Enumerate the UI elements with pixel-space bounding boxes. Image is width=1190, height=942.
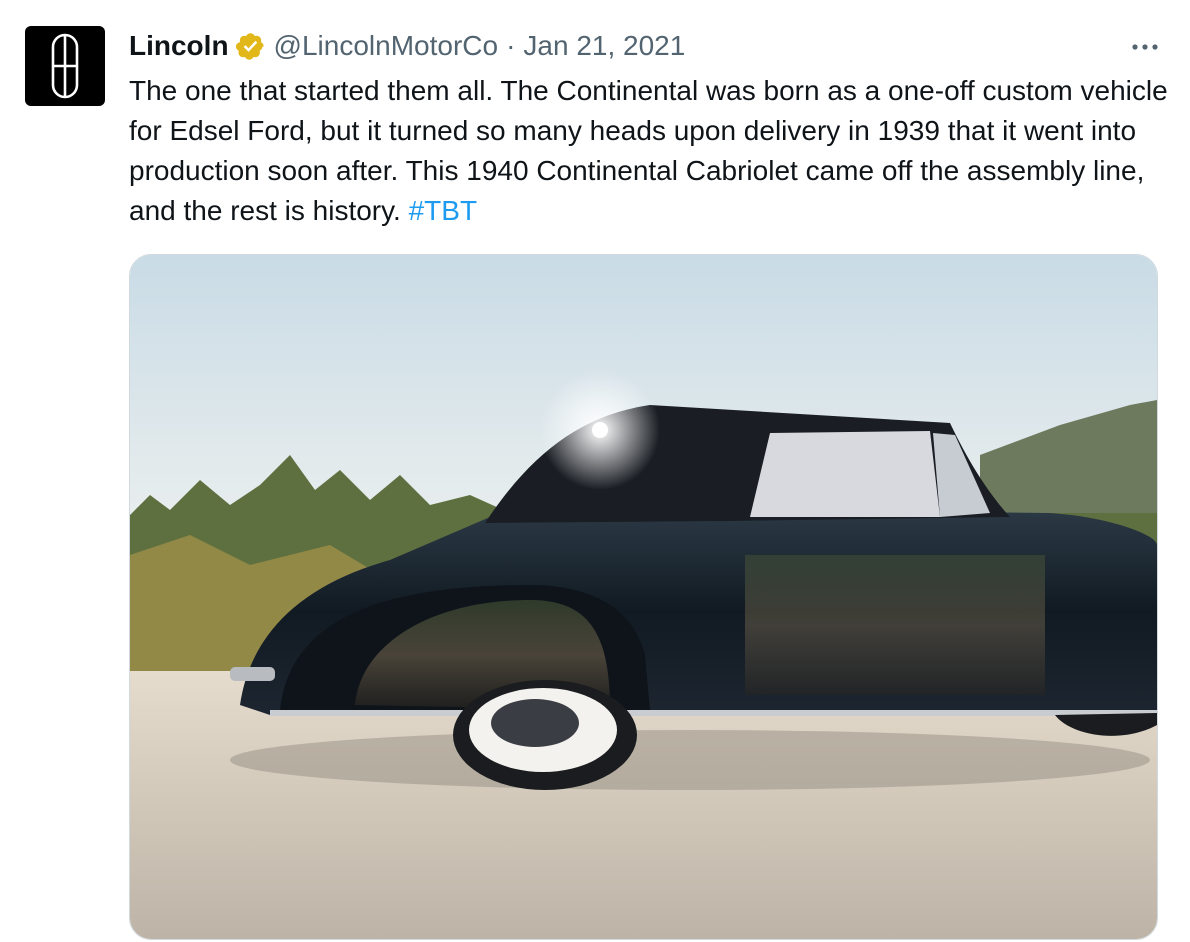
tweet-media[interactable] <box>129 254 1158 940</box>
tweet-date[interactable]: Jan 21, 2021 <box>523 28 685 64</box>
avatar[interactable] <box>25 26 105 106</box>
tweet-body: The one that started them all. The Conti… <box>129 75 1168 226</box>
tweet-text: The one that started them all. The Conti… <box>129 71 1169 231</box>
lincoln-logo-icon <box>51 33 79 99</box>
tweet: Lincoln @LincolnMotorCo · Jan 21, 2021 T… <box>0 0 1190 942</box>
tweet-header: Lincoln @LincolnMotorCo · Jan 21, 2021 <box>129 28 1160 64</box>
header-separator: · <box>506 30 516 61</box>
author-name[interactable]: Lincoln <box>129 28 229 64</box>
car-photo <box>130 255 1157 939</box>
verified-badge-icon[interactable] <box>235 31 266 62</box>
more-horizontal-icon <box>1132 44 1158 50</box>
hashtag-link[interactable]: #TBT <box>409 195 477 226</box>
more-options-button[interactable] <box>1130 32 1160 62</box>
author-handle[interactable]: @LincolnMotorCo <box>274 28 499 64</box>
